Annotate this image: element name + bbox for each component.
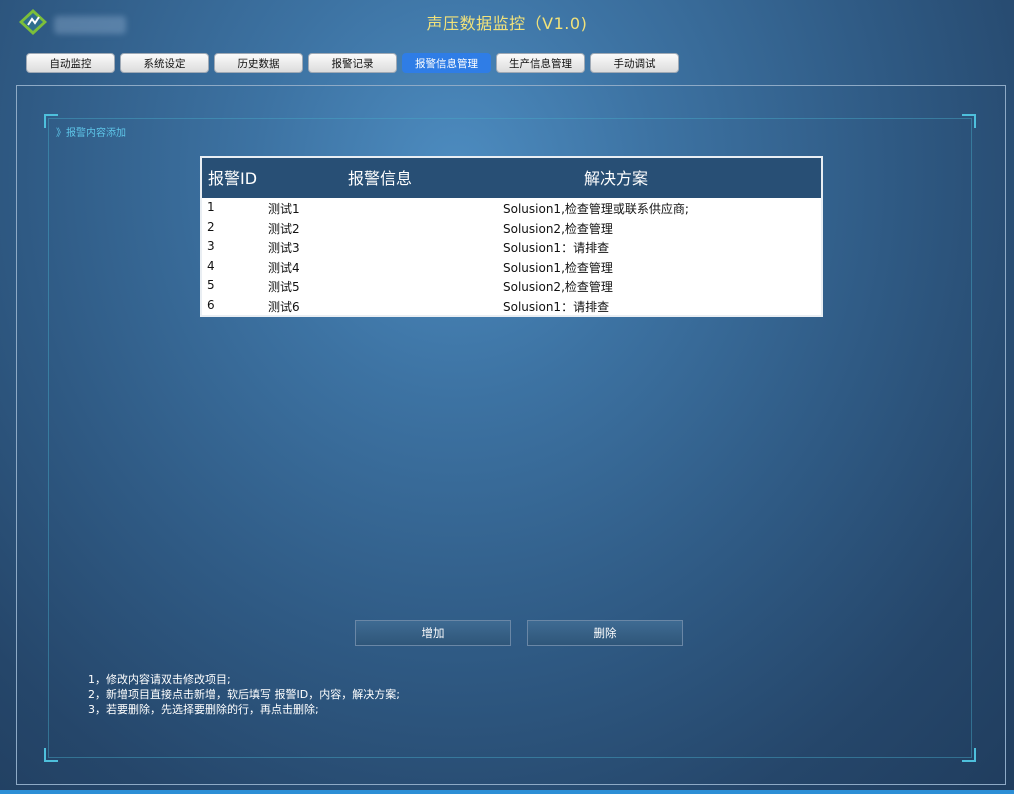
tab-production-info-management[interactable]: 生产信息管理 [496, 53, 585, 73]
frame-corner [44, 748, 58, 762]
app-title: 声压数据监控（V1.0) [426, 14, 588, 33]
cell-alarm-id: 5 [207, 278, 215, 293]
cell-solution: Solusion2,检查管理 [503, 221, 613, 236]
tab-manual-debug[interactable]: 手动调试 [590, 53, 679, 73]
table-row[interactable]: 2 测试2 Solusion2,检查管理 [202, 218, 821, 238]
cell-alarm-id: 1 [207, 200, 215, 214]
tab-alarm-records[interactable]: 报警记录 [308, 53, 397, 73]
cell-solution: Solusion2,检查管理 [503, 280, 613, 295]
cell-solution: Solusion1：请排查 [503, 299, 610, 314]
cell-alarm-id: 3 [207, 239, 215, 254]
cell-solution: Solusion1：请排查 [503, 241, 610, 256]
instructions: 1，修改内容请双击修改项目; 2，新增项目直接点击新增，软后填写 报警ID，内容… [88, 672, 400, 717]
add-button[interactable]: 增加 [355, 620, 511, 646]
bottom-status-bar [0, 790, 1014, 794]
cell-alarm-info: 测试4 [268, 260, 300, 275]
frame-corner [962, 748, 976, 762]
instruction-line: 1，修改内容请双击修改项目; [88, 673, 231, 686]
delete-button[interactable]: 删除 [527, 620, 683, 646]
tab-alarm-info-management[interactable]: 报警信息管理 [402, 53, 491, 73]
tab-history-data[interactable]: 历史数据 [214, 53, 303, 73]
instruction-line: 3，若要删除，先选择要删除的行，再点击删除; [88, 703, 319, 716]
frame-corner [962, 114, 976, 128]
section-title: 》报警内容添加 [56, 128, 126, 139]
table-row[interactable]: 5 测试5 Solusion2,检查管理 [202, 276, 821, 296]
cell-alarm-id: 4 [207, 258, 215, 273]
table-row[interactable]: 6 测试6 Solusion1：请排查 [202, 296, 821, 316]
cell-alarm-info: 测试5 [268, 280, 300, 295]
cell-alarm-id: 2 [207, 219, 215, 234]
column-header-alarm-info[interactable]: 报警信息 [348, 165, 412, 189]
instruction-line: 2，新增项目直接点击新增，软后填写 报警ID，内容，解决方案; [88, 688, 400, 701]
cell-alarm-info: 测试1 [268, 202, 300, 216]
cell-alarm-info: 测试3 [268, 241, 300, 256]
table-row[interactable]: 3 测试3 Solusion1：请排查 [202, 237, 821, 257]
cell-alarm-id: 6 [207, 297, 215, 312]
column-header-solution[interactable]: 解决方案 [584, 165, 648, 189]
cell-solution: Solusion1,检查管理 [503, 260, 613, 275]
table-header: 报警ID 报警信息 解决方案 [202, 158, 821, 198]
cell-alarm-info: 测试6 [268, 299, 300, 314]
table-row[interactable]: 1 测试1 Solusion1,检查管理或联系供应商; [202, 198, 821, 218]
cell-alarm-info: 测试2 [268, 221, 300, 236]
alarm-table: 报警ID 报警信息 解决方案 1 测试1 Solusion1,检查管理或联系供应… [200, 156, 823, 317]
tab-system-settings[interactable]: 系统设定 [120, 53, 209, 73]
cell-solution: Solusion1,检查管理或联系供应商; [503, 202, 689, 216]
tab-auto-monitor[interactable]: 自动监控 [26, 53, 115, 73]
column-header-alarm-id[interactable]: 报警ID [208, 165, 257, 189]
tab-bar: 自动监控 系统设定 历史数据 报警记录 报警信息管理 生产信息管理 手动调试 [26, 53, 679, 73]
table-row[interactable]: 4 测试4 Solusion1,检查管理 [202, 257, 821, 277]
